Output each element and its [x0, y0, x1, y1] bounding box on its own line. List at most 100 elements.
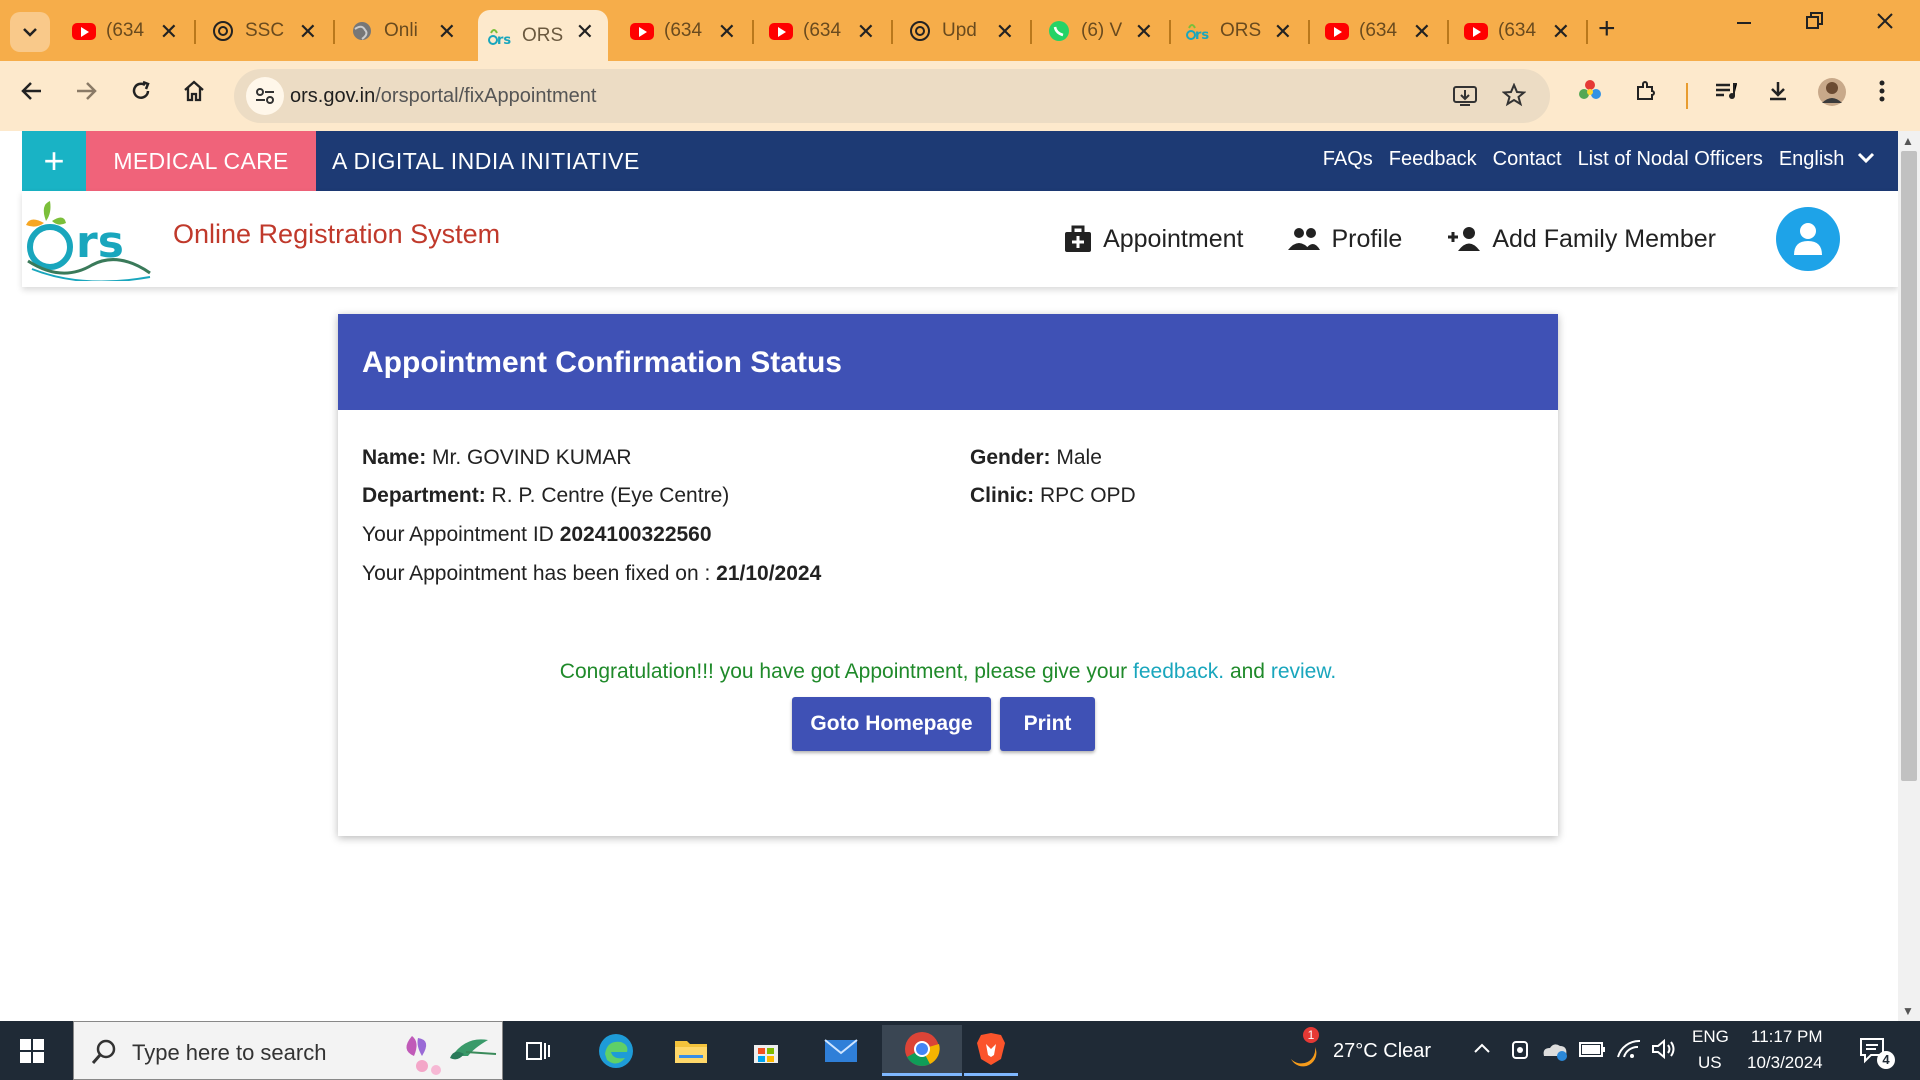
brave-app[interactable]: [964, 1025, 1018, 1076]
address-bar[interactable]: ors.gov.in/orsportal/fixAppointment: [234, 69, 1550, 123]
close-icon[interactable]: ✕: [1552, 19, 1570, 45]
file-explorer-app[interactable]: [664, 1029, 718, 1073]
nodal-officers-link[interactable]: List of Nodal Officers: [1578, 148, 1763, 171]
chrome-app[interactable]: [882, 1025, 962, 1076]
volume-icon[interactable]: [1650, 1037, 1676, 1066]
clock-time[interactable]: 11:17 PM: [1751, 1027, 1823, 1047]
browser-tab[interactable]: Upd ✕: [898, 10, 1028, 52]
url-text[interactable]: ors.gov.in/orsportal/fixAppointment: [290, 85, 596, 108]
name-label: Name:: [362, 446, 427, 469]
microsoft-store-app[interactable]: [739, 1029, 793, 1073]
search-placeholder: Type here to search: [132, 1040, 327, 1065]
taskbar-search-box[interactable]: Type here to search: [73, 1021, 503, 1080]
browser-tab[interactable]: (634 ✕: [620, 10, 750, 52]
ors-logo[interactable]: rs: [22, 199, 154, 281]
appointment-date-value: 21/10/2024: [716, 562, 822, 585]
tab-label: (634: [1498, 20, 1537, 41]
chatgpt-icon: [211, 19, 235, 43]
home-button[interactable]: [182, 79, 206, 110]
edge-app[interactable]: [589, 1029, 643, 1073]
url-path: /orsportal/fixAppointment: [375, 85, 597, 107]
language-region[interactable]: US: [1698, 1053, 1722, 1073]
browser-tab[interactable]: (634 ✕: [1454, 10, 1584, 52]
scrollbar-thumb[interactable]: [1901, 151, 1917, 781]
home-icon: [184, 80, 204, 102]
contact-link[interactable]: Contact: [1493, 148, 1562, 171]
tab-search-button[interactable]: [10, 12, 50, 52]
weather-text[interactable]: 27°C Clear: [1333, 1040, 1431, 1063]
faqs-link[interactable]: FAQs: [1323, 148, 1373, 171]
bookmark-star-icon[interactable]: [1501, 82, 1527, 112]
close-icon[interactable]: ✕: [299, 19, 317, 45]
install-app-icon[interactable]: [1452, 84, 1478, 113]
user-avatar-button[interactable]: [1776, 207, 1840, 271]
close-icon[interactable]: ✕: [576, 19, 594, 45]
forward-button[interactable]: [74, 79, 98, 110]
top-links: FAQs Feedback Contact List of Nodal Offi…: [1323, 148, 1876, 171]
site-top-bar: + MEDICAL CARE A DIGITAL INDIA INITIATIV…: [22, 131, 1898, 191]
appointment-date-label: Your Appointment has been fixed on :: [362, 562, 711, 585]
youtube-icon: [769, 19, 793, 43]
reload-button[interactable]: [129, 79, 153, 110]
goto-homepage-button[interactable]: Goto Homepage: [792, 697, 991, 751]
close-icon[interactable]: ✕: [1274, 19, 1292, 45]
browser-tab[interactable]: SSC ✕: [201, 10, 331, 52]
brand-title[interactable]: Online Registration System: [173, 219, 500, 250]
browser-tab[interactable]: (634 ✕: [62, 10, 192, 52]
close-icon[interactable]: ✕: [718, 19, 736, 45]
restore-button[interactable]: [1806, 10, 1824, 38]
color-extension-icon[interactable]: [1578, 79, 1602, 110]
back-button[interactable]: [20, 79, 44, 110]
task-view-button[interactable]: [512, 1029, 566, 1073]
browser-tab[interactable]: (634 ✕: [1315, 10, 1445, 52]
site-info-button[interactable]: [246, 77, 284, 115]
extensions-puzzle-icon[interactable]: [1634, 79, 1658, 110]
arrow-left-icon: [21, 82, 41, 100]
browser-tab[interactable]: rs ORS ✕: [1176, 10, 1306, 52]
browser-tab[interactable]: (634 ✕: [759, 10, 889, 52]
language-code[interactable]: ENG: [1692, 1027, 1729, 1047]
notification-count: 4: [1877, 1051, 1895, 1069]
wifi-icon[interactable]: [1616, 1037, 1642, 1066]
browser-tab-active[interactable]: rs ORS ✕: [478, 10, 608, 61]
close-icon[interactable]: ✕: [1135, 19, 1153, 45]
nav-add-family-member[interactable]: Add Family Member: [1446, 225, 1716, 254]
mail-app[interactable]: [814, 1029, 868, 1073]
review-link[interactable]: review.: [1271, 660, 1336, 683]
close-icon[interactable]: ✕: [160, 19, 178, 45]
scroll-up-arrow[interactable]: ▲: [1902, 134, 1914, 148]
close-window-button[interactable]: [1876, 10, 1894, 38]
appointment-id-field: Your Appointment ID 2024100322560: [362, 523, 712, 547]
nav-profile[interactable]: Profile: [1287, 225, 1402, 254]
close-icon[interactable]: ✕: [1413, 19, 1431, 45]
onedrive-icon[interactable]: [1540, 1038, 1570, 1067]
close-icon[interactable]: ✕: [857, 19, 875, 45]
clock-date[interactable]: 10/3/2024: [1747, 1053, 1823, 1073]
meet-now-icon[interactable]: [1510, 1038, 1532, 1067]
windows-start-icon[interactable]: [20, 1039, 44, 1063]
scroll-down-arrow[interactable]: ▼: [1902, 1004, 1914, 1018]
feedback-link[interactable]: feedback.: [1133, 660, 1224, 683]
print-button[interactable]: Print: [1000, 697, 1095, 751]
butterfly-hummingbird-art: [406, 1036, 497, 1075]
svg-text:rs: rs: [497, 33, 511, 47]
media-playlist-icon[interactable]: [1713, 79, 1739, 110]
new-tab-button[interactable]: +: [1598, 12, 1616, 46]
nav-appointment[interactable]: Appointment: [1063, 224, 1243, 254]
download-icon[interactable]: [1766, 79, 1790, 110]
browser-tab-strip: (634 ✕ SSC ✕ Onli ✕ rs ORS ✕ (634 ✕ (634…: [0, 0, 1920, 61]
browser-tab[interactable]: Onli ✕: [340, 10, 470, 52]
show-hidden-icons-chevron-icon[interactable]: [1472, 1041, 1492, 1060]
more-menu-icon[interactable]: [1878, 79, 1886, 110]
toolbar-separator: [1686, 83, 1688, 109]
browser-tab[interactable]: (6) V ✕: [1037, 10, 1167, 52]
gender-field: Gender: Male: [970, 446, 1102, 470]
minimize-button[interactable]: [1736, 10, 1752, 38]
language-select[interactable]: English: [1779, 148, 1876, 171]
clinic-label: Clinic:: [970, 484, 1035, 507]
profile-avatar-icon[interactable]: [1817, 77, 1847, 114]
feedback-link[interactable]: Feedback: [1389, 148, 1477, 171]
close-icon[interactable]: ✕: [438, 19, 456, 45]
battery-icon[interactable]: [1578, 1039, 1606, 1064]
close-icon[interactable]: ✕: [996, 19, 1014, 45]
